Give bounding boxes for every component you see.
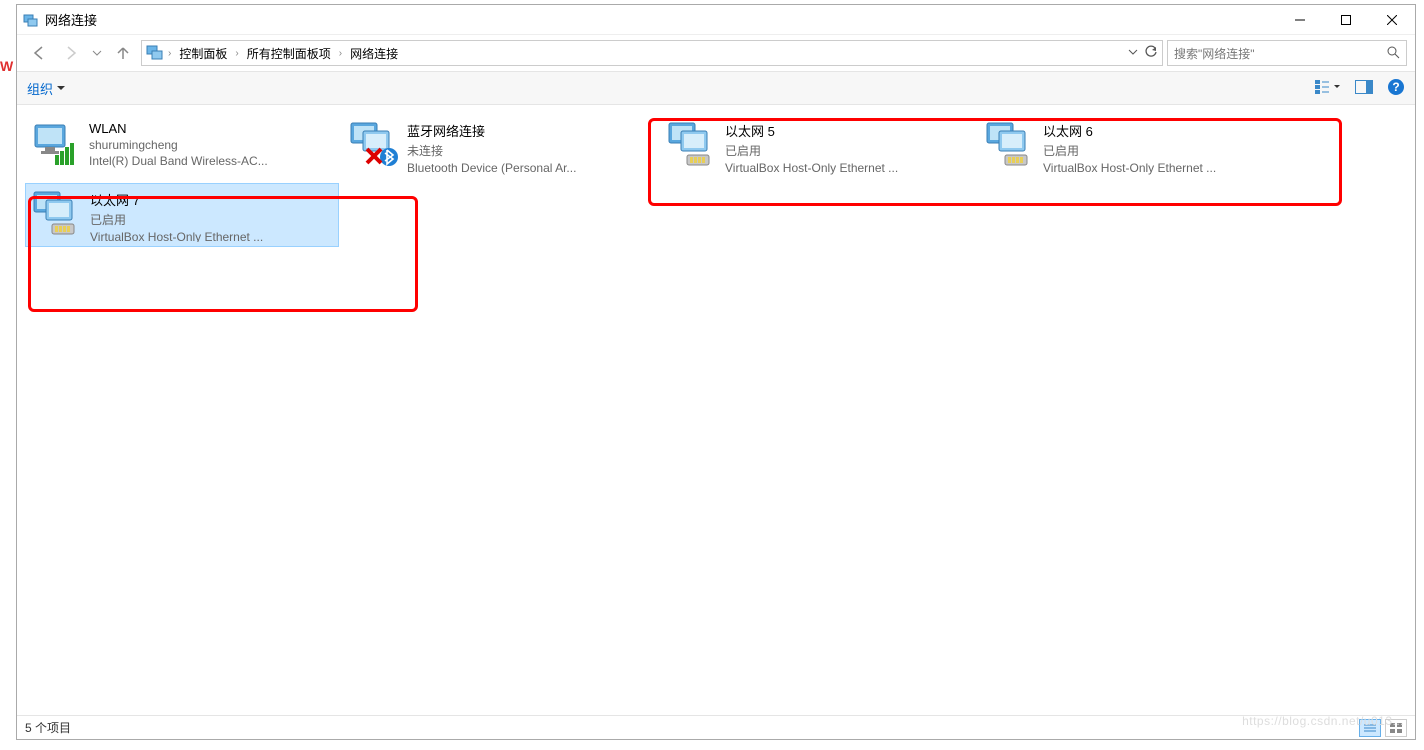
address-box[interactable]: › 控制面板 › 所有控制面板项 › 网络连接 [141, 40, 1163, 66]
connection-status: 已启用 [725, 142, 969, 159]
organize-label: 组织 [27, 79, 53, 98]
connection-icon [667, 119, 717, 169]
up-button[interactable] [109, 39, 137, 67]
items-grid: WLAN shurumingcheng Intel(R) Dual Band Wir… [23, 113, 1409, 249]
item-count: 5 个项目 [25, 719, 71, 736]
search-input[interactable]: 搜索"网络连接" [1167, 40, 1407, 66]
connection-name: 以太网 5 [725, 121, 969, 140]
connection-icon [349, 119, 399, 169]
connection-text: 蓝牙网络连接未连接 Bluetooth Device (Personal Ar..… [407, 119, 651, 175]
content-area: WLAN shurumingcheng Intel(R) Dual Band Wir… [17, 105, 1415, 715]
connection-icon [31, 119, 81, 169]
window-icon [23, 12, 39, 28]
connection-name: WLAN [89, 121, 333, 136]
page-margin: W [0, 0, 16, 750]
connection-text: 以太网 5 已启用 VirtualBox Host-Only Ethernet ..… [725, 119, 969, 175]
connection-device: VirtualBox Host-Only Ethernet ... [725, 161, 969, 175]
forward-button[interactable] [57, 39, 85, 67]
connection-device: Intel(R) Dual Band Wireless-AC... [89, 154, 333, 168]
path-icon [146, 43, 164, 64]
organize-button[interactable]: 组织 [27, 79, 65, 98]
back-button[interactable] [25, 39, 53, 67]
crumb-separator: › [337, 48, 344, 59]
window-controls [1277, 5, 1415, 34]
refresh-icon[interactable] [1144, 45, 1158, 62]
crumb-separator: › [233, 48, 240, 59]
connection-status: shurumingcheng [89, 138, 333, 152]
connection-status: 已启用 [90, 211, 332, 228]
titlebar: 网络连接 [17, 5, 1415, 35]
maximize-button[interactable] [1323, 5, 1369, 35]
search-placeholder: 搜索"网络连接" [1174, 45, 1386, 62]
connection-status: 未连接 [407, 142, 651, 159]
help-button[interactable]: ? [1387, 78, 1405, 99]
connection-device: VirtualBox Host-Only Ethernet ... [1043, 161, 1287, 175]
window: 网络连接 [16, 4, 1416, 740]
search-icon[interactable] [1386, 45, 1400, 62]
crumb-separator: › [166, 48, 173, 59]
connection-device: Bluetooth Device (Personal Ar... [407, 161, 651, 175]
connection-icon [985, 119, 1035, 169]
network-connection-item[interactable]: 以太网 5 已启用 VirtualBox Host-Only Ethernet ..… [661, 115, 975, 179]
connection-icon [32, 188, 82, 238]
window-title: 网络连接 [45, 10, 1277, 29]
preview-pane-button[interactable] [1355, 80, 1373, 97]
recent-dropdown[interactable] [89, 39, 105, 67]
breadcrumb-item[interactable]: 所有控制面板项 [243, 43, 335, 64]
connection-name: 蓝牙网络连接 [407, 121, 651, 140]
network-connection-item[interactable]: 以太网 6 已启用 VirtualBox Host-Only Ethernet ..… [979, 115, 1293, 179]
address-bar: › 控制面板 › 所有控制面板项 › 网络连接 搜索"网络连接" [17, 35, 1415, 71]
connection-text: 以太网 6 已启用 VirtualBox Host-Only Ethernet ..… [1043, 119, 1287, 175]
address-dropdown-icon[interactable] [1128, 46, 1138, 60]
connection-name: 以太网 7 [90, 190, 332, 209]
connection-status: 已启用 [1043, 142, 1287, 159]
watermark: https://blog.csdn.net/u013... [1242, 714, 1404, 728]
network-connection-item[interactable]: WLAN shurumingcheng Intel(R) Dual Band Wir… [25, 115, 339, 179]
svg-text:?: ? [1392, 80, 1399, 94]
connection-text: WLAN shurumingcheng Intel(R) Dual Band Wir… [89, 119, 333, 175]
view-options-button[interactable] [1315, 79, 1341, 98]
close-button[interactable] [1369, 5, 1415, 35]
breadcrumb-item[interactable]: 网络连接 [346, 43, 402, 64]
connection-name: 以太网 6 [1043, 121, 1287, 140]
status-bar: 5 个项目 [17, 715, 1415, 739]
network-connection-item[interactable]: 以太网 7 已启用 VirtualBox Host-Only Ethernet ..… [25, 183, 339, 247]
margin-mark: W [0, 58, 13, 74]
minimize-button[interactable] [1277, 5, 1323, 35]
connection-device: VirtualBox Host-Only Ethernet ... [90, 230, 332, 242]
toolbar: 组织 ? [17, 71, 1415, 105]
connection-text: 以太网 7 已启用 VirtualBox Host-Only Ethernet ..… [90, 188, 332, 242]
network-connection-item[interactable]: 蓝牙网络连接未连接 Bluetooth Device (Personal Ar..… [343, 115, 657, 179]
breadcrumb-item[interactable]: 控制面板 [175, 43, 231, 64]
